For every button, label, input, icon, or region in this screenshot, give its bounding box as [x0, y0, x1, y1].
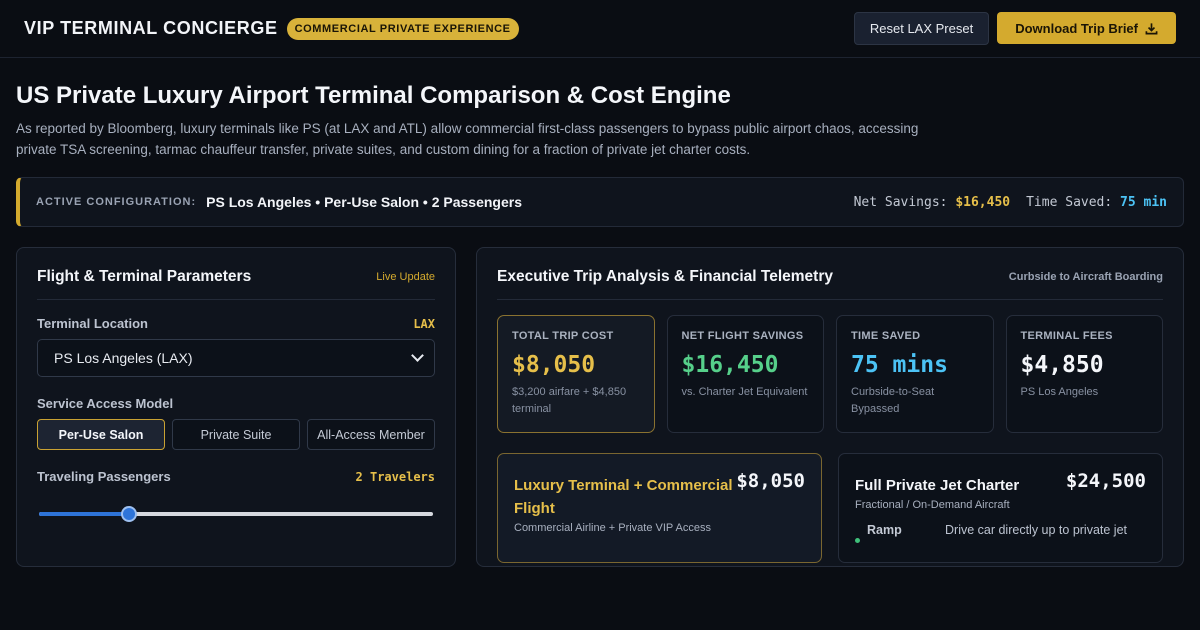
metric-label: TERMINAL FEES	[1020, 330, 1113, 342]
access-option-all-access-member[interactable]: All-Access Member	[307, 419, 435, 450]
terminal-location-value: PS Los Angeles (LAX)	[54, 350, 193, 366]
metric-label: NET FLIGHT SAVINGS	[681, 330, 804, 342]
option-title: Luxury Terminal + Commercial Flight	[514, 477, 733, 517]
metric-value: $8,050	[512, 352, 596, 378]
metric-label: TIME SAVED	[851, 330, 921, 342]
option-card-luxury-terminal[interactable]: Luxury Terminal + Commercial Flight $8,0…	[497, 453, 822, 563]
analysis-subtitle: Curbside to Aircraft Boarding	[1008, 271, 1163, 283]
comparison-row: Luxury Terminal + Commercial Flight $8,0…	[497, 453, 1163, 563]
slider-thumb[interactable]	[121, 506, 137, 522]
access-option-per-use-salon[interactable]: Per-Use Salon	[37, 419, 165, 450]
metric-note: vs. Charter Jet Equivalent	[681, 386, 808, 398]
slider-fill	[39, 512, 131, 516]
time-saved-label: Time Saved:	[1026, 194, 1113, 210]
access-option-private-suite[interactable]: Private Suite	[172, 419, 300, 450]
config-value: PS Los Angeles • Per-Use Salon • 2 Passe…	[206, 194, 522, 210]
passengers-label: Traveling Passengers	[37, 469, 171, 484]
download-icon	[1145, 22, 1158, 34]
metric-card-net-flight-savings[interactable]: NET FLIGHT SAVINGS $16,450 vs. Charter J…	[666, 315, 824, 433]
metric-note: $3,200 airfare + $4,850 terminal	[512, 386, 627, 415]
metric-value: $16,450	[681, 352, 779, 378]
page-title: US Private Luxury Airport Terminal Compa…	[16, 82, 731, 109]
top-bar: VIP TERMINAL CONCIERGE COMMERCIAL PRIVAT…	[0, 0, 1200, 58]
option-card-private-jet[interactable]: Full Private Jet Charter $24,500 Fractio…	[838, 453, 1163, 563]
option-price: $24,500	[1065, 470, 1146, 492]
service-access-label: Service Access Model	[37, 396, 174, 411]
terminal-location-select[interactable]: PS Los Angeles (LAX)	[37, 339, 435, 377]
brand: VIP TERMINAL CONCIERGE COMMERCIAL PRIVAT…	[24, 17, 519, 40]
terminal-code: LAX	[413, 316, 435, 331]
net-savings-value: $16,450	[955, 194, 1011, 210]
live-update-tag: Live Update	[376, 271, 435, 283]
metric-note: Curbside-to-Seat Bypassed	[851, 386, 935, 415]
chevron-down-icon	[411, 349, 424, 362]
terminal-location-label: Terminal Location	[37, 316, 148, 331]
brand-title: VIP TERMINAL CONCIERGE	[24, 18, 278, 38]
metric-value: $4,850	[1020, 352, 1104, 378]
analysis-panel: Executive Trip Analysis & Financial Tele…	[476, 247, 1184, 567]
option-subtitle: Commercial Airline + Private VIP Access	[514, 522, 711, 534]
metric-note: PS Los Angeles	[1020, 386, 1099, 398]
time-saved-value: 75 min	[1120, 194, 1167, 210]
option-title: Full Private Jet Charter	[855, 477, 1020, 494]
parameters-panel: Flight & Terminal Parameters Live Update…	[16, 247, 456, 567]
metric-value: 75 mins	[851, 352, 948, 378]
option-price: $8,050	[736, 470, 805, 492]
download-button-label: Download Trip Brief	[1015, 20, 1138, 36]
metric-label: TOTAL TRIP COST	[512, 330, 614, 342]
top-actions: Reset LAX Preset Download Trip Brief	[853, 12, 1176, 45]
feature-row: Ramp Drive car directly up to private je…	[855, 523, 1146, 543]
passengers-value: 2 Travelers	[355, 469, 435, 484]
metrics-row: TOTAL TRIP COST $8,050 $3,200 airfare + …	[497, 315, 1163, 433]
active-configuration-bar: ACTIVE CONFIGURATION: PS Los Angeles • P…	[16, 177, 1184, 227]
parameters-title: Flight & Terminal Parameters	[37, 268, 252, 285]
feature-key: Ramp	[867, 523, 902, 537]
config-label: ACTIVE CONFIGURATION:	[36, 196, 197, 208]
status-dot-icon	[855, 538, 860, 543]
panels: Flight & Terminal Parameters Live Update…	[16, 247, 1184, 567]
analysis-title: Executive Trip Analysis & Financial Tele…	[497, 268, 833, 285]
reset-preset-button[interactable]: Reset LAX Preset	[853, 12, 990, 45]
service-access-toggle: Per-Use Salon Private Suite All-Access M…	[37, 419, 435, 450]
net-savings-label: Net Savings:	[853, 194, 948, 210]
metric-card-time-saved[interactable]: TIME SAVED 75 mins Curbside-to-Seat Bypa…	[836, 315, 994, 433]
metric-card-total-trip-cost[interactable]: TOTAL TRIP COST $8,050 $3,200 airfare + …	[497, 315, 655, 433]
download-trip-brief-button[interactable]: Download Trip Brief	[997, 12, 1176, 44]
option-subtitle: Fractional / On-Demand Aircraft	[855, 499, 1010, 511]
feature-value: Drive car directly up to private jet	[945, 523, 1128, 537]
passengers-slider[interactable]	[37, 506, 435, 522]
brand-badge: COMMERCIAL PRIVATE EXPERIENCE	[286, 17, 519, 40]
metric-card-terminal-fees[interactable]: TERMINAL FEES $4,850 PS Los Angeles	[1005, 315, 1163, 433]
page-description: As reported by Bloomberg, luxury termina…	[16, 121, 919, 157]
page: US Private Luxury Airport Terminal Compa…	[0, 82, 1200, 567]
